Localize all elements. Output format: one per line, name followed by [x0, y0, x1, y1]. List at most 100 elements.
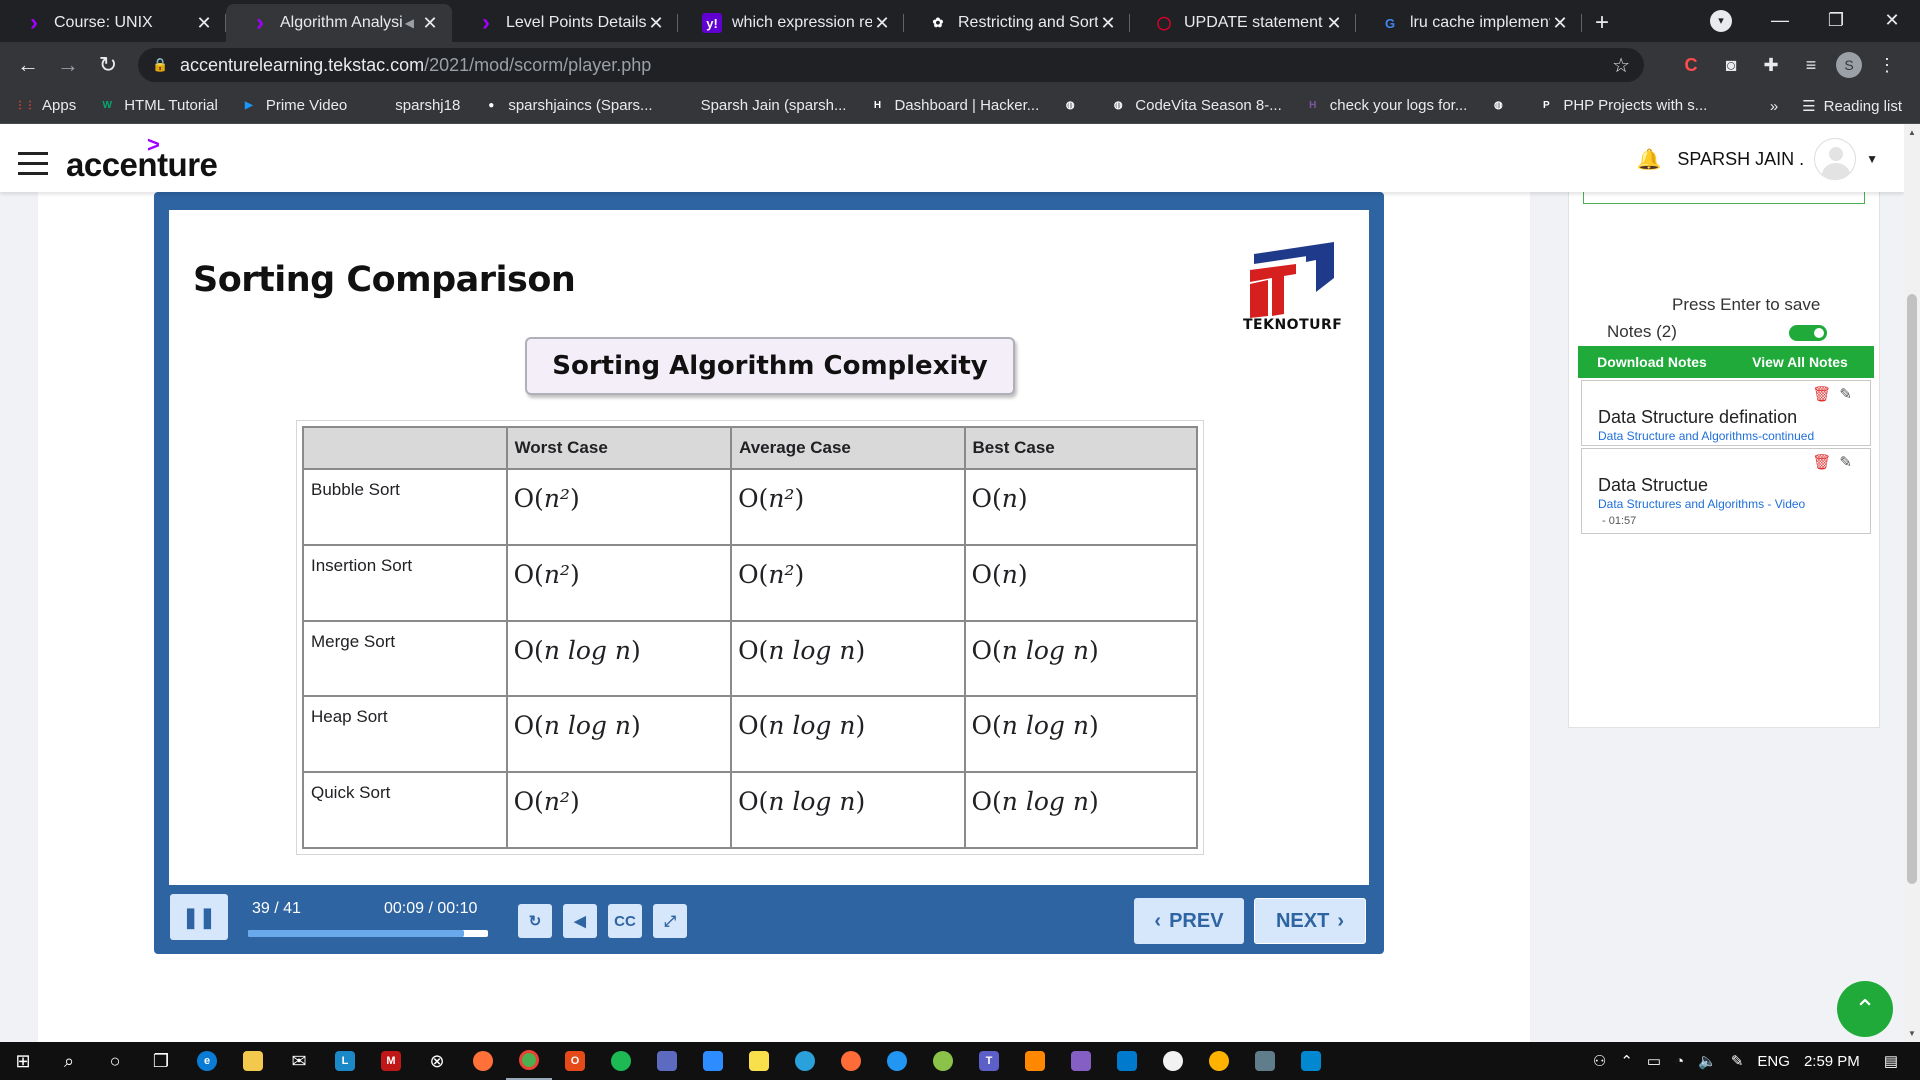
note-timestamp[interactable]: - 01:57	[1602, 515, 1636, 527]
bookmark-item[interactable]: sparshj18	[369, 97, 460, 115]
pause-button[interactable]: ❚❚	[170, 894, 228, 940]
mcafee-icon[interactable]: M	[368, 1042, 414, 1080]
pen-icon[interactable]: ✎	[1731, 1052, 1744, 1070]
reading-list-icon[interactable]: ☰	[1802, 97, 1815, 115]
bookmark-item[interactable]: ● sparshjaincs (Spars...	[482, 97, 652, 115]
profile-avatar[interactable]: S	[1836, 52, 1862, 78]
bookmark-item[interactable]: W HTML Tutorial	[98, 97, 217, 115]
new-tab-button[interactable]: +	[1582, 4, 1622, 42]
bookmark-item[interactable]: Hcheck your logs for...	[1304, 97, 1467, 115]
firefox-icon[interactable]	[460, 1042, 506, 1080]
volume-tray-icon[interactable]: 🔈	[1698, 1052, 1717, 1070]
browser-tab[interactable]: › Course: UNIX ✕	[0, 4, 226, 42]
edge-icon[interactable]: e	[184, 1042, 230, 1080]
replay-icon[interactable]: ↻	[518, 904, 552, 938]
screen-app-icon[interactable]	[1242, 1042, 1288, 1080]
note-subtitle[interactable]: Data Structures and Algorithms - Video	[1598, 497, 1805, 511]
prev-button[interactable]: ‹ PREV	[1134, 898, 1244, 944]
language-indicator[interactable]: ENG	[1757, 1053, 1790, 1070]
scroll-to-top-button[interactable]: ⌃	[1837, 981, 1893, 1037]
bookmark-item[interactable]: ⋮⋮ Apps	[15, 97, 76, 115]
browser-tab[interactable]: › Level Points Details ✕	[452, 4, 678, 42]
webex-icon[interactable]	[874, 1042, 920, 1080]
browser-tab[interactable]: › Algorithm Analysi ◀ ✕	[226, 4, 452, 42]
postman-icon[interactable]	[828, 1042, 874, 1080]
bookmark-item[interactable]: Sparsh Jain (sparsh...	[675, 97, 847, 115]
forward-icon[interactable]: →	[48, 52, 88, 78]
spotify-icon[interactable]	[598, 1042, 644, 1080]
camera-icon[interactable]: ◙	[1716, 50, 1746, 80]
bookmark-item[interactable]: ◍ CodeVita Season 8-...	[1109, 97, 1282, 115]
speaker-icon[interactable]: ◀	[405, 16, 414, 30]
notes-toggle[interactable]	[1789, 325, 1827, 341]
bookmark-star-icon[interactable]: ☆	[1612, 53, 1630, 78]
edit-icon[interactable]: ✎	[1839, 454, 1852, 471]
visual-studio-icon[interactable]	[1058, 1042, 1104, 1080]
record-app-icon[interactable]	[1150, 1042, 1196, 1080]
menu-icon[interactable]: ⋮	[1872, 50, 1902, 80]
user-name[interactable]: SPARSH JAIN .	[1677, 149, 1804, 170]
close-tab-icon[interactable]: ✕	[194, 13, 214, 34]
close-tab-icon[interactable]: ✕	[1098, 13, 1118, 34]
minimize-button[interactable]: —	[1752, 10, 1808, 31]
close-tab-icon[interactable]: ✕	[1324, 13, 1344, 34]
scroll-up-icon[interactable]: ▲	[1904, 128, 1920, 137]
bookmark-item[interactable]: P PHP Projects with s...	[1537, 97, 1707, 115]
cortana-icon[interactable]: ○	[92, 1042, 138, 1080]
c-extension-icon[interactable]: C	[1676, 50, 1706, 80]
site-logo[interactable]: accenture	[66, 146, 218, 184]
telegram-icon[interactable]	[782, 1042, 828, 1080]
compass-app-icon[interactable]	[1196, 1042, 1242, 1080]
vlc-icon[interactable]	[1012, 1042, 1058, 1080]
page-scrollbar[interactable]: ▲ ▼	[1904, 124, 1920, 1042]
photo-app-icon[interactable]	[1288, 1042, 1334, 1080]
notifications-icon[interactable]: ▤	[1884, 1052, 1898, 1070]
battery-icon[interactable]: ▭	[1647, 1052, 1661, 1070]
bookmark-item[interactable]: H Dashboard | Hacker...	[868, 97, 1039, 115]
fullscreen-icon[interactable]: ⤢	[653, 904, 687, 938]
reload-icon[interactable]: ↻	[88, 52, 128, 78]
bookmark-item[interactable]: ◍	[1489, 97, 1515, 115]
trash-icon[interactable]: 🗑	[1812, 454, 1831, 471]
scrollbar-thumb[interactable]	[1907, 294, 1917, 884]
search-icon[interactable]: ⌕	[46, 1042, 92, 1080]
mail-icon[interactable]: ✉	[276, 1042, 322, 1080]
trash-icon[interactable]: 🗑	[1812, 386, 1831, 403]
volume-icon[interactable]: ◀	[563, 904, 597, 938]
profile-dropdown-icon[interactable]: ▾	[1710, 10, 1732, 32]
calculator-icon[interactable]	[644, 1042, 690, 1080]
xbox-icon[interactable]: ⊗	[414, 1042, 460, 1080]
chevron-down-icon[interactable]: ▼	[1866, 152, 1878, 166]
note-subtitle[interactable]: Data Structure and Algorithms-continued	[1598, 429, 1814, 443]
browser-tab[interactable]: Glru cache implementa ✕	[1356, 4, 1582, 42]
teams-icon[interactable]: T	[966, 1042, 1012, 1080]
edit-icon[interactable]: ✎	[1839, 386, 1852, 403]
chrome-icon[interactable]	[506, 1042, 552, 1080]
download-notes-button[interactable]: Download Notes	[1578, 354, 1726, 370]
l-app-icon[interactable]: L	[322, 1042, 368, 1080]
network-icon[interactable]: ◔	[1675, 1053, 1684, 1070]
windows-start-icon[interactable]: ⊞	[0, 1042, 46, 1080]
close-tab-icon[interactable]: ✕	[646, 13, 666, 34]
close-tab-icon[interactable]: ✕	[420, 13, 440, 34]
address-bar[interactable]: 🔒 accenturelearning.tekstac.com/2021/mod…	[138, 48, 1644, 82]
vscode-icon[interactable]	[1104, 1042, 1150, 1080]
scroll-down-icon[interactable]: ▼	[1904, 1029, 1920, 1038]
browser-tab[interactable]: ✿ Restricting and Sortin ✕	[904, 4, 1130, 42]
bell-icon[interactable]: 🔔	[1637, 147, 1662, 172]
bookmark-item[interactable]: ▶ Prime Video	[240, 97, 347, 115]
bookmark-item[interactable]: ◍	[1061, 97, 1087, 115]
maximize-button[interactable]: ❐	[1808, 10, 1864, 31]
browser-tab[interactable]: y! which expression retu ✕	[678, 4, 904, 42]
tray-chevron-up-icon[interactable]: ⌃	[1620, 1052, 1633, 1070]
note-card[interactable]: 🗑 ✎ Data Structue Data Structures and Alg…	[1581, 448, 1871, 534]
browser-tab[interactable]: ◯ UPDATE statement ✕	[1130, 4, 1356, 42]
zoom-icon[interactable]	[690, 1042, 736, 1080]
user-menu[interactable]: 🔔 SPARSH JAIN . ▼	[1637, 138, 1878, 180]
sticky-notes-icon[interactable]	[736, 1042, 782, 1080]
view-all-notes-button[interactable]: View All Notes	[1726, 354, 1874, 370]
user-avatar[interactable]	[1814, 138, 1857, 180]
puzzle-icon[interactable]: ✚	[1756, 50, 1786, 80]
closed-captions-button[interactable]: CC	[608, 904, 642, 938]
queue-icon[interactable]: ≡	[1796, 50, 1826, 80]
